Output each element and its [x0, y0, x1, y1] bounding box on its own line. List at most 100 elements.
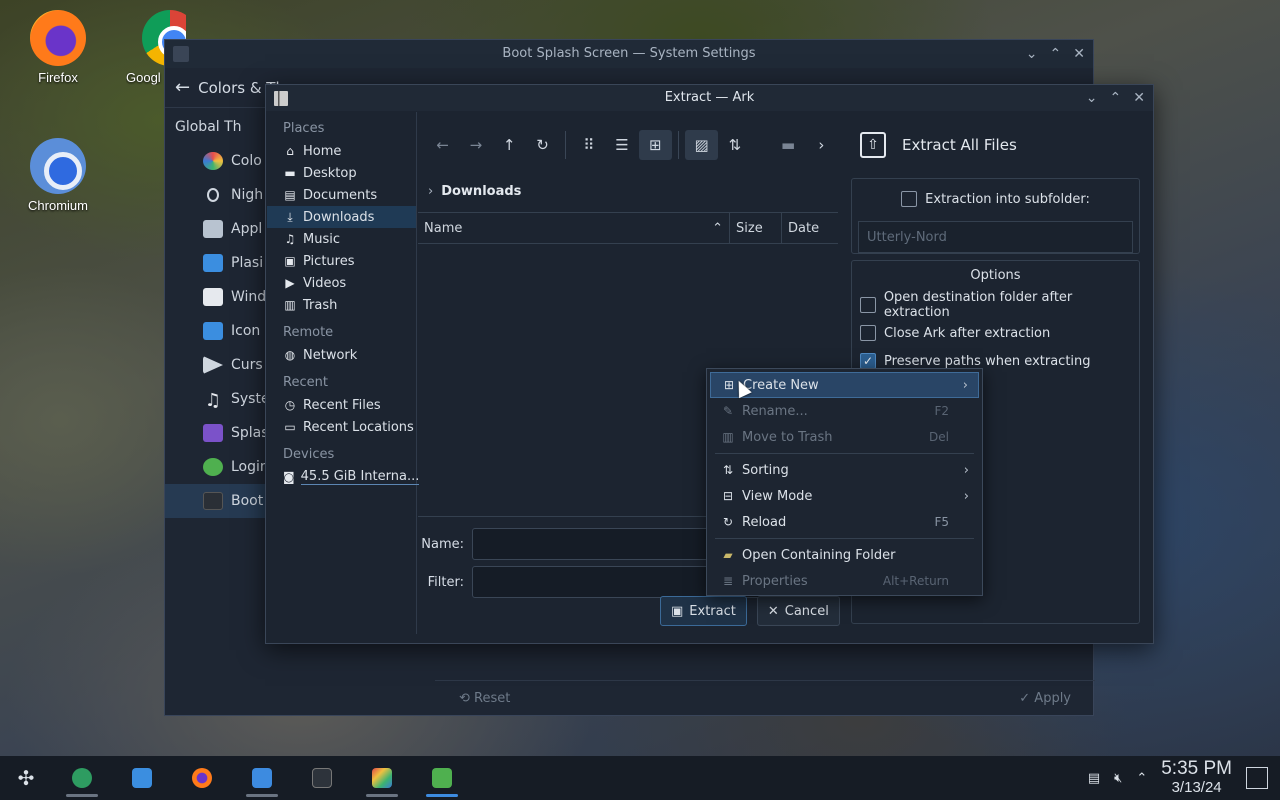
place-music[interactable]: ♫ Music — [267, 228, 416, 250]
taskbar-app-launcher[interactable]: ✣ — [0, 756, 52, 800]
column-size[interactable]: Size — [730, 213, 782, 243]
back-arrow-icon[interactable]: ← — [175, 77, 190, 98]
sidebar-item-cursors[interactable]: Curs — [165, 348, 265, 382]
system-settings-titlebar[interactable]: Boot Splash Screen — System Settings ⌄ ⌃… — [165, 40, 1093, 68]
chevron-right-icon: › — [963, 462, 969, 478]
menu-item-open-containing-folder[interactable]: ▰ Open Containing Folder — [710, 542, 979, 568]
taskbar-konsole[interactable] — [292, 756, 352, 800]
chevron-up-icon[interactable]: ⌃ — [1136, 771, 1147, 786]
extract-icon: ⇧ — [860, 132, 886, 158]
place-home[interactable]: ⌂ Home — [267, 140, 416, 162]
menu-item-move-to-trash[interactable]: ▥ Move to Trash Del — [710, 424, 979, 450]
subfolder-option[interactable]: Extraction into subfolder: — [858, 185, 1133, 213]
place-internal-drive[interactable]: ◙ 45.5 GiB Interna... — [267, 466, 420, 488]
clock[interactable]: 5:35 PM 3/13/24 — [1161, 758, 1232, 796]
menu-item-view-mode[interactable]: ⊟ View Mode › — [710, 483, 979, 509]
close-icon[interactable]: ✕ — [1133, 85, 1145, 111]
taskbar-firefox[interactable] — [172, 756, 232, 800]
sidebar-item-window-decorations[interactable]: Wind — [165, 280, 265, 314]
menu-item-sorting[interactable]: ⇅ Sorting › — [710, 457, 979, 483]
place-network[interactable]: ◍ Network — [267, 344, 416, 366]
place-trash[interactable]: ▥ Trash — [267, 294, 416, 316]
system-settings-icon — [72, 768, 92, 788]
sidebar-item-night[interactable]: Nigh — [165, 178, 265, 212]
desktop-icon-chromium[interactable]: Chromium — [10, 138, 106, 213]
place-recent-files[interactable]: ◷ Recent Files — [267, 394, 416, 416]
extract-button[interactable]: ▣ Extract — [660, 596, 747, 626]
maximize-icon[interactable]: ⌃ — [1110, 85, 1122, 111]
menu-item-create-new[interactable]: ⊞ Create New › — [710, 372, 979, 398]
folder-icon: ▰ — [723, 548, 733, 562]
checkbox-checked[interactable]: ✓ — [860, 353, 876, 369]
running-indicator — [66, 794, 98, 797]
sidebar-item-splash-screen[interactable]: Splas — [165, 416, 265, 450]
file-toolbar: ← → ↑ ↻ ⠿ ☰ ⊞ ▨ ⇅ ▬ › — [418, 112, 838, 178]
minimize-icon[interactable]: ⌄ — [1026, 40, 1038, 68]
place-pictures[interactable]: ▣ Pictures — [267, 250, 416, 272]
place-videos[interactable]: ▶ Videos — [267, 272, 416, 294]
sidebar-item-colors[interactable]: Colo — [165, 144, 265, 178]
maximize-icon[interactable]: ⌃ — [1050, 40, 1062, 68]
icon-view-icon[interactable]: ⠿ — [572, 130, 605, 160]
save-icon: ▣ — [671, 603, 684, 619]
menu-item-rename[interactable]: ✎ Rename... F2 — [710, 398, 979, 424]
taskbar-system-settings[interactable] — [52, 756, 112, 800]
clipboard-icon[interactable]: ▤ — [1088, 771, 1100, 786]
show-desktop-button[interactable] — [1246, 767, 1268, 789]
menu-separator — [715, 453, 974, 454]
subfolder-checkbox[interactable] — [901, 191, 918, 207]
sidebar-item-system-sounds[interactable]: ♫ Syste — [165, 382, 265, 416]
panel-icon[interactable]: ▬ — [772, 130, 805, 160]
column-name[interactable]: Name ⌃ — [418, 213, 730, 243]
sidebar-item-label: Curs — [231, 357, 263, 373]
sidebar-item-application-style[interactable]: Appl — [165, 212, 265, 246]
ark-titlebar[interactable]: Extract — Ark ⌄ ⌃ ✕ — [266, 85, 1153, 111]
place-recent-locations[interactable]: ▭ Recent Locations — [267, 416, 416, 438]
place-desktop[interactable]: ▬ Desktop — [267, 162, 416, 184]
desktop-icon-firefox[interactable]: Firefox — [10, 10, 106, 85]
breadcrumb[interactable]: › Downloads — [418, 178, 838, 204]
taskbar: ✣ ▤ 🔇︎ ⌃ 5:35 PM 3/13/24 — [0, 756, 1280, 800]
close-icon[interactable]: ✕ — [1073, 40, 1085, 68]
reload-icon[interactable]: ↻ — [526, 130, 559, 160]
chevron-right-icon: › — [963, 488, 969, 504]
sort-icon[interactable]: ⇅ — [718, 130, 751, 160]
desktop-icon-label: Chromium — [28, 198, 88, 213]
option-open-destination[interactable]: Open destination folder after extraction — [852, 290, 1139, 320]
reset-button[interactable]: ⟲ Reset — [459, 691, 510, 706]
place-downloads[interactable]: ⤓ Downloads — [267, 206, 416, 228]
cancel-button[interactable]: ✕ Cancel — [756, 596, 840, 626]
column-date[interactable]: Date — [782, 213, 838, 243]
tree-view-icon[interactable]: ⊞ — [638, 130, 672, 160]
chevron-right-icon: › — [962, 377, 968, 393]
preview-icon[interactable]: ▨ — [684, 130, 719, 160]
checkbox[interactable] — [860, 325, 876, 341]
option-close-ark[interactable]: Close Ark after extraction — [852, 319, 1139, 347]
sidebar-item-icons[interactable]: Icon — [165, 314, 265, 348]
minimize-icon[interactable]: ⌄ — [1086, 85, 1098, 111]
taskbar-ark[interactable] — [412, 756, 472, 800]
settings-footer: ⟲ Reset ✓ Apply — [435, 680, 1095, 716]
place-documents[interactable]: ▤ Documents — [267, 184, 416, 206]
sidebar-item-boot-splash[interactable]: Boot — [165, 484, 265, 518]
sidebar-item-plasma-style[interactable]: Plasi — [165, 246, 265, 280]
checkbox[interactable] — [860, 297, 876, 313]
trash-icon: ▥ — [722, 430, 734, 444]
taskbar-discover[interactable] — [112, 756, 172, 800]
menu-item-reload[interactable]: ↻ Reload F5 — [710, 509, 979, 535]
volume-muted-icon[interactable]: 🔇︎ — [1114, 771, 1122, 786]
apply-button[interactable]: ✓ Apply — [1019, 691, 1071, 706]
list-view-icon[interactable]: ☰ — [605, 130, 638, 160]
sidebar-item-global-theme[interactable]: Global Th — [165, 110, 265, 144]
sidebar-item-label: Wind — [231, 289, 265, 305]
parent-folder-icon[interactable]: ↑ — [493, 130, 526, 160]
taskbar-dolphin[interactable] — [232, 756, 292, 800]
chevron-right-icon[interactable]: › — [805, 130, 838, 160]
forward-icon[interactable]: → — [459, 130, 492, 160]
colors-icon — [203, 152, 223, 170]
sidebar-item-login-screen[interactable]: Login — [165, 450, 265, 484]
taskbar-krita[interactable] — [352, 756, 412, 800]
back-icon[interactable]: ← — [426, 130, 459, 160]
menu-item-properties[interactable]: ≣ Properties Alt+Return — [710, 568, 979, 594]
subfolder-input[interactable]: Utterly-Nord — [858, 221, 1133, 253]
